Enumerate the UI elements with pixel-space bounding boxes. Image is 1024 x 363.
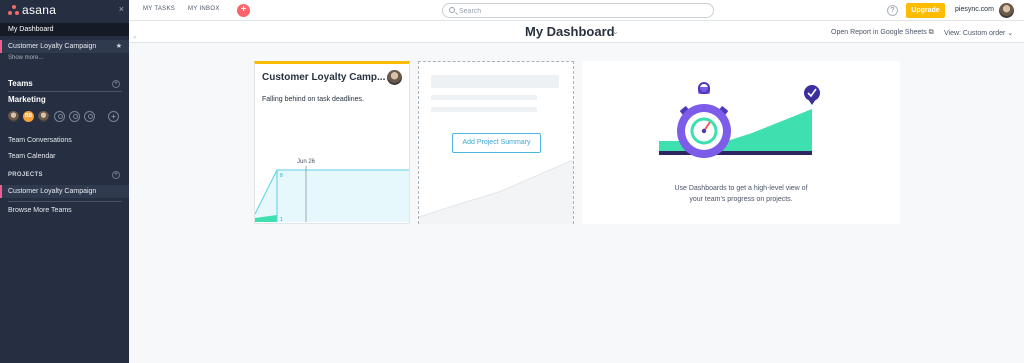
my-tasks-link[interactable]: MY TASKS [143,6,175,12]
sidebar-item-label: Customer Loyalty Campaign [8,188,97,195]
dashboard-promo-card: Use Dashboards to get a high-level view … [582,61,900,224]
y-tick-label: 1 [280,217,283,222]
promo-text: Use Dashboards to get a high-level view … [582,183,900,205]
status-text: Falling behind on task deadlines. [262,96,364,103]
sidebar: asana × My Dashboard Customer Loyalty Ca… [0,0,129,363]
sidebar-item-label: My Dashboard [8,26,54,33]
avatar[interactable]: BB [23,111,34,122]
expand-sidebar-icon[interactable]: « [133,35,136,41]
avatar[interactable] [8,111,19,122]
skeleton-bar [431,95,537,100]
add-member-icon[interactable]: + [108,111,119,122]
project-summary-card[interactable]: Customer Loyalty Camp... Falling behind … [254,61,410,224]
upgrade-button[interactable]: Upgrade [906,3,945,18]
sidebar-item-project[interactable]: Customer Loyalty Campaign [0,185,129,198]
divider [8,201,122,202]
search-bar[interactable] [442,3,714,18]
dashboard-header: « My Dashboard ⌄ Open Report in Google S… [129,21,1024,43]
sidebar-item-label: Browse More Teams [8,207,72,214]
topbar: MY TASKS MY INBOX + ? Upgrade piesync.co… [129,0,1024,21]
sidebar-item-label: Customer Loyalty Campaign [8,43,97,50]
checkmark-badge-icon [804,85,820,101]
date-label: Jun 26 [297,159,316,165]
search-input[interactable] [459,6,699,16]
add-project-summary-button[interactable]: Add Project Summary [452,133,541,153]
skeleton-bar [431,107,537,112]
add-project-summary-card: Add Project Summary [418,61,574,224]
sidebar-item-label: Team Calendar [8,153,56,160]
help-button[interactable]: ? [887,5,898,16]
projects-title: PROJECTS [8,172,43,178]
empty-avatar-icon[interactable] [69,111,80,122]
sidebar-item-my-dashboard[interactable]: My Dashboard [0,23,129,36]
baseline-bar [659,151,812,155]
page-title[interactable]: My Dashboard [525,24,615,39]
sidebar-item-team-conversations[interactable]: Team Conversations [0,134,129,147]
chevron-down-icon[interactable]: ⌄ [612,27,619,36]
chart-area-total [255,170,409,222]
organization-name[interactable]: piesync.com [955,6,994,13]
burnup-chart: Jun 26 8 1 [255,159,409,222]
add-project-icon[interactable]: + [112,171,120,179]
stopwatch-pin [701,128,707,134]
promo-line: Use Dashboards to get a high-level view … [674,185,808,192]
logo[interactable]: asana × [8,3,124,18]
quick-add-button[interactable]: + [237,4,250,17]
badge-pointer [808,99,816,105]
add-team-icon[interactable]: + [112,80,120,88]
browse-more-teams-link[interactable]: Browse More Teams [0,204,129,217]
search-icon [449,7,455,13]
sidebar-item-label: Team Conversations [8,137,72,144]
card-title[interactable]: Customer Loyalty Camp... [262,72,385,83]
empty-avatar-icon[interactable] [54,111,65,122]
view-order-dropdown[interactable]: View: Custom order ⌄ [944,29,1013,37]
team-name[interactable]: Marketing [8,95,46,104]
avatar [387,70,402,85]
show-more-link[interactable]: Show more... [8,55,43,61]
user-avatar[interactable] [999,3,1014,18]
teams-title: Teams [8,79,33,88]
sidebar-item-favorite-project[interactable]: Customer Loyalty Campaign ★ [0,40,129,53]
avatar[interactable] [38,111,49,122]
asana-logo-icon [8,5,19,16]
placeholder-chart [419,159,573,224]
promo-line: your team's progress on projects. [689,196,793,203]
close-sidebar-icon[interactable]: × [119,4,124,14]
sidebar-item-team-calendar[interactable]: Team Calendar [0,150,129,163]
open-report-link[interactable]: Open Report in Google Sheets ⧉ [831,29,934,37]
team-members: BB + [8,111,124,124]
logo-text: asana [22,3,57,17]
divider [8,91,122,92]
empty-avatar-icon[interactable] [84,111,95,122]
y-tick-label: 8 [280,173,283,179]
stopwatch-illustration [659,82,820,158]
star-icon[interactable]: ★ [116,40,122,53]
skeleton-bar [431,75,559,88]
my-inbox-link[interactable]: MY INBOX [188,6,220,12]
